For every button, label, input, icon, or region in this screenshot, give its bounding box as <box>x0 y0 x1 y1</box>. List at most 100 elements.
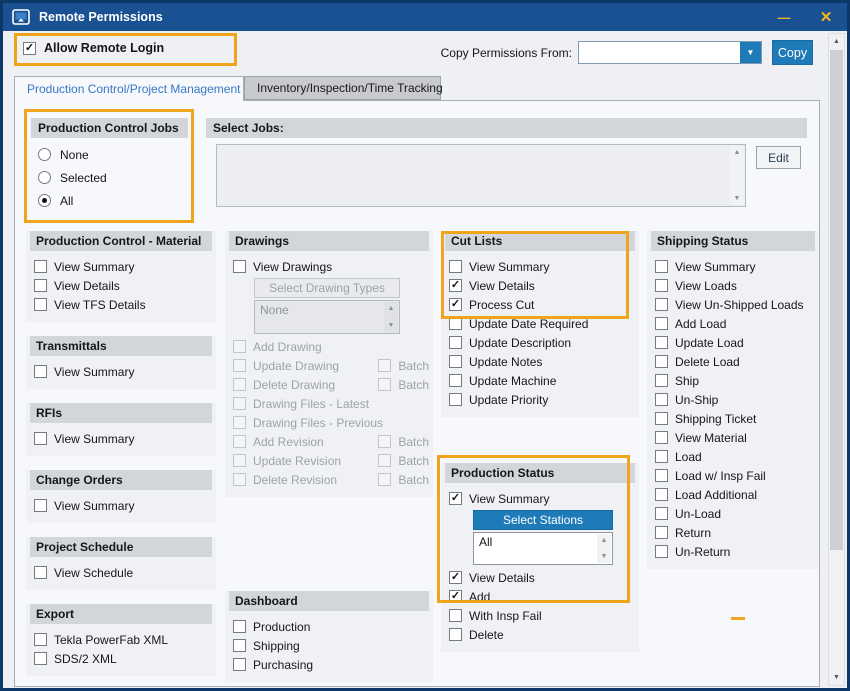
section-shipping-status: Shipping StatusView SummaryView LoadsVie… <box>647 231 819 569</box>
checkbox-sds-2-xml[interactable] <box>34 652 47 665</box>
section-header: Export <box>30 604 212 624</box>
checkbox-with-insp-fail[interactable] <box>449 609 462 622</box>
checkbox-production[interactable] <box>233 620 246 633</box>
checkbox-un-load[interactable] <box>655 507 668 520</box>
checkbox-view-un-shipped-loads[interactable] <box>655 298 668 311</box>
checkbox-update-priority[interactable] <box>449 393 462 406</box>
checkbox-row-drawing-files-previous: Drawing Files - Previous <box>225 413 433 432</box>
copy-permissions-from-label: Copy Permissions From: <box>430 46 572 60</box>
edit-button[interactable]: Edit <box>756 146 801 169</box>
checkbox-label: Tekla PowerFab XML <box>54 633 168 647</box>
checkbox-update-machine[interactable] <box>449 374 462 387</box>
checkbox-view-summary[interactable] <box>34 432 47 445</box>
checkbox-tekla-powerfab-xml[interactable] <box>34 633 47 646</box>
minimize-button[interactable]: — <box>769 3 799 31</box>
checkbox-load-additional[interactable] <box>655 488 668 501</box>
checkbox-shipping-ticket[interactable] <box>655 412 668 425</box>
checkbox-view-summary[interactable] <box>449 260 462 273</box>
checkbox-row-update-priority: Update Priority <box>441 390 639 409</box>
checkbox-view-summary[interactable] <box>34 499 47 512</box>
checkbox-view-summary[interactable] <box>34 260 47 273</box>
checkbox-add[interactable]: ✓ <box>449 590 462 603</box>
checkbox-view-details[interactable] <box>34 279 47 292</box>
checkbox-label: View Summary <box>54 365 134 379</box>
select-stations-button[interactable]: Select Stations <box>473 510 613 530</box>
radio-selected[interactable] <box>38 171 51 184</box>
checkbox-row-ship: Ship <box>647 371 819 390</box>
listbox-scrollbar[interactable]: ▲▼ <box>597 534 611 563</box>
section-header: Cut Lists <box>445 231 635 251</box>
checkbox-label: Delete <box>469 628 504 642</box>
checkbox-row-view-summary: View Summary <box>441 257 639 276</box>
checkbox-view-loads[interactable] <box>655 279 668 292</box>
radio-selected-label: Selected <box>60 171 107 185</box>
close-button[interactable]: ✕ <box>811 3 841 31</box>
checkbox-label: View Material <box>675 431 747 445</box>
checkbox-return[interactable] <box>655 526 668 539</box>
radio-all[interactable] <box>38 194 51 207</box>
checkbox-row-un-load: Un-Load <box>647 504 819 523</box>
tab-inventory-inspection-time-tracking[interactable]: Inventory/Inspection/Time Tracking <box>244 76 441 100</box>
select-jobs-header: Select Jobs: <box>206 118 807 138</box>
scroll-up-icon[interactable]: ▲ <box>601 534 608 547</box>
checkbox-view-summary[interactable] <box>655 260 668 273</box>
checkbox-update-notes[interactable] <box>449 355 462 368</box>
checkbox-load-w-insp-fail[interactable] <box>655 469 668 482</box>
checkbox-un-return[interactable] <box>655 545 668 558</box>
checkbox-row-add-drawing: Add Drawing <box>225 337 433 356</box>
checkbox-load[interactable] <box>655 450 668 463</box>
checkbox-label: View Summary <box>54 260 134 274</box>
chevron-down-icon[interactable]: ▼ <box>740 42 761 63</box>
section-header: Project Schedule <box>30 537 212 557</box>
checkbox-delete[interactable] <box>449 628 462 641</box>
checkbox-view-details[interactable]: ✓ <box>449 279 462 292</box>
scroll-down-icon[interactable]: ▼ <box>829 670 844 685</box>
scroll-down-icon[interactable]: ▼ <box>734 192 741 205</box>
scroll-up-icon[interactable]: ▲ <box>734 146 741 159</box>
checkbox-view-tfs-details[interactable] <box>34 298 47 311</box>
checkbox-view-details[interactable]: ✓ <box>449 571 462 584</box>
checkbox-row-view-summary: View Summary <box>26 429 216 448</box>
checkbox-view-summary[interactable] <box>34 365 47 378</box>
stations-listbox[interactable]: All▲▼ <box>473 532 613 565</box>
checkbox-delete-load[interactable] <box>655 355 668 368</box>
checkbox-row-update-load: Update Load <box>647 333 819 352</box>
batch-label: Batch <box>398 435 429 449</box>
dialog-scrollbar[interactable]: ▲ ▼ <box>828 33 845 686</box>
column-drawings-dashboard: DrawingsView DrawingsSelect Drawing Type… <box>225 231 433 691</box>
scroll-up-icon[interactable]: ▲ <box>829 34 844 49</box>
batch-checkbox <box>378 435 391 448</box>
checkbox-label: Update Load <box>675 336 744 350</box>
checkbox-update-load[interactable] <box>655 336 668 349</box>
checkbox-add-load[interactable] <box>655 317 668 330</box>
scrollbar-thumb[interactable] <box>830 50 843 550</box>
section-header: Transmittals <box>30 336 212 356</box>
checkbox-view-schedule[interactable] <box>34 566 47 579</box>
checkbox-row-view-loads: View Loads <box>647 276 819 295</box>
checkbox-un-ship[interactable] <box>655 393 668 406</box>
allow-remote-login-checkbox[interactable]: ✓ <box>23 42 36 55</box>
radio-none-label: None <box>60 148 89 162</box>
checkbox-label: View Details <box>54 279 120 293</box>
radio-none[interactable] <box>38 148 51 161</box>
checkbox-view-summary[interactable]: ✓ <box>449 492 462 505</box>
checkbox-update-date-required[interactable] <box>449 317 462 330</box>
copy-button[interactable]: Copy <box>772 40 813 65</box>
scroll-down-icon[interactable]: ▼ <box>601 550 608 563</box>
checkbox-row-update-notes: Update Notes <box>441 352 639 371</box>
copy-permissions-combobox[interactable]: ▼ <box>578 41 762 64</box>
section-dashboard: DashboardProductionShippingPurchasing <box>225 591 433 682</box>
tab-production-control-project-management[interactable]: Production Control/Project Management <box>14 76 244 101</box>
checkbox-ship[interactable] <box>655 374 668 387</box>
checkbox-view-material[interactable] <box>655 431 668 444</box>
checkbox-purchasing[interactable] <box>233 658 246 671</box>
checkbox-drawing-files-latest <box>233 397 246 410</box>
jobs-listbox-scrollbar[interactable]: ▲ ▼ <box>730 146 744 205</box>
checkbox-update-description[interactable] <box>449 336 462 349</box>
jobs-listbox[interactable]: ▲ ▼ <box>216 144 746 207</box>
checkbox-view-drawings[interactable] <box>233 260 246 273</box>
checkbox-row-tekla-powerfab-xml: Tekla PowerFab XML <box>26 630 216 649</box>
checkbox-shipping[interactable] <box>233 639 246 652</box>
checkbox-process-cut[interactable]: ✓ <box>449 298 462 311</box>
checkbox-row-purchasing: Purchasing <box>225 655 433 674</box>
